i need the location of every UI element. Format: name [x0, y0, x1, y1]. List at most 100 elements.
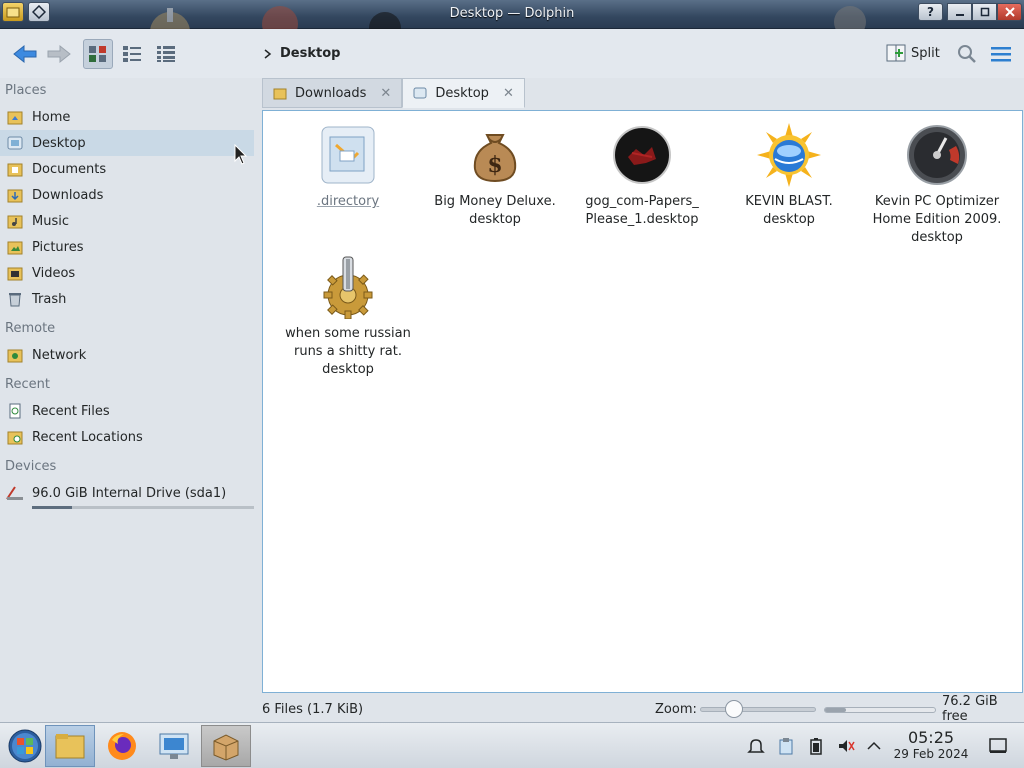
desktop-icon — [413, 87, 427, 99]
section-devices-header: Devices — [5, 459, 57, 474]
sidebar-item-label: Recent Files — [32, 403, 110, 419]
settings-file-icon — [316, 123, 380, 187]
close-tab-icon[interactable]: ✕ — [380, 86, 391, 101]
trash-icon — [6, 290, 24, 308]
zoom-slider[interactable] — [700, 707, 816, 712]
chevron-right-icon — [264, 48, 272, 59]
toolbar: Desktop Split — [0, 29, 1024, 78]
places-panel: Places Home Desktop Documents Downloads … — [0, 78, 258, 720]
status-bar: 6 Files (1.7 KiB) Zoom: 76.2 GiB free — [262, 694, 1024, 724]
zoom-slider-handle[interactable] — [724, 700, 743, 718]
documents-folder-icon — [6, 160, 24, 178]
details-view-button[interactable] — [151, 39, 181, 69]
clipboard-icon[interactable] — [776, 736, 796, 756]
desktop-icon — [6, 134, 24, 152]
show-desktop-icon[interactable] — [988, 736, 1008, 756]
sidebar-item-pictures[interactable]: Pictures — [0, 234, 258, 260]
hamburger-menu-button[interactable] — [986, 39, 1016, 69]
file-item[interactable]: .directory — [278, 123, 418, 211]
file-view[interactable]: .directory $ Big Money Deluxe. desktop g… — [262, 110, 1023, 693]
downloads-folder-icon — [273, 88, 287, 100]
icons-view-button[interactable] — [83, 39, 113, 69]
search-button[interactable] — [952, 39, 982, 69]
back-button[interactable] — [10, 39, 40, 69]
close-icon[interactable] — [997, 3, 1022, 21]
tab-label: Downloads — [295, 85, 367, 101]
taskbar-system-settings[interactable] — [149, 725, 199, 767]
hard-drive-icon — [6, 484, 24, 502]
sidebar-item-videos[interactable]: Videos — [0, 260, 258, 286]
file-item[interactable]: $ Big Money Deluxe. desktop — [425, 123, 565, 229]
search-icon — [958, 45, 976, 63]
tab-bar: Downloads ✕ Desktop ✕ — [262, 78, 525, 108]
file-item[interactable]: when some russian runs a shitty rat. des… — [278, 255, 418, 379]
sidebar-item-label: Music — [32, 213, 69, 229]
sidebar-item-recent-locations[interactable]: Recent Locations — [0, 424, 258, 450]
sidebar-item-label: Desktop — [32, 135, 86, 151]
sidebar-item-label: Recent Locations — [32, 429, 143, 445]
help-icon[interactable]: ? — [918, 3, 943, 21]
maximize-icon[interactable] — [972, 3, 997, 21]
sidebar-item-label: 96.0 GiB Internal Drive (sda1) — [32, 485, 227, 501]
start-orb-icon — [8, 729, 42, 763]
taskbar-dolphin[interactable] — [45, 725, 95, 767]
window-titlebar[interactable]: Desktop — Dolphin ? — [0, 0, 1024, 29]
sidebar-item-label: Documents — [32, 161, 107, 177]
section-remote-header: Remote — [5, 321, 56, 336]
breadcrumb-desktop[interactable]: Desktop — [280, 46, 340, 61]
package-icon — [213, 734, 239, 761]
sidebar-item-internal-drive[interactable]: 96.0 GiB Internal Drive (sda1) — [0, 480, 258, 509]
downloads-folder-icon — [6, 186, 24, 204]
close-tab-icon[interactable]: ✕ — [503, 86, 514, 101]
file-name: gog_com-Papers_ Please_1.desktop — [585, 194, 699, 227]
sidebar-item-network[interactable]: Network — [0, 342, 258, 368]
sidebar-item-downloads[interactable]: Downloads — [0, 182, 258, 208]
volume-muted-icon[interactable] — [836, 736, 856, 756]
speedometer-icon — [905, 123, 969, 187]
sidebar-item-trash[interactable]: Trash — [0, 286, 258, 312]
sidebar-item-documents[interactable]: Documents — [0, 156, 258, 182]
sidebar-item-recent-files[interactable]: Recent Files — [0, 398, 258, 424]
notifications-icon[interactable] — [746, 736, 766, 756]
zoom-label: Zoom: — [655, 701, 697, 717]
file-item[interactable]: gog_com-Papers_ Please_1.desktop — [572, 123, 712, 229]
folder-icon — [55, 734, 85, 759]
clock[interactable]: 05:25 29 Feb 2024 — [889, 728, 973, 762]
taskbar-package-installer[interactable] — [201, 725, 251, 767]
sidebar-item-home[interactable]: Home — [0, 104, 258, 130]
system-settings-icon — [159, 733, 189, 759]
videos-folder-icon — [6, 264, 24, 282]
compact-view-icon — [123, 46, 141, 62]
sidebar-item-label: Home — [32, 109, 71, 125]
file-item[interactable]: KEVIN BLAST. desktop — [719, 123, 859, 229]
start-menu-button[interactable] — [0, 725, 50, 767]
music-folder-icon — [6, 212, 24, 230]
section-recent-header: Recent — [5, 377, 50, 392]
window-title: Desktop — Dolphin — [449, 6, 575, 21]
clock-time: 05:25 — [907, 728, 955, 747]
home-folder-icon — [6, 108, 24, 126]
file-item[interactable]: Kevin PC Optimizer Home Edition 2009. de… — [867, 123, 1007, 247]
taskbar-firefox[interactable] — [97, 725, 147, 767]
file-name: KEVIN BLAST. desktop — [745, 194, 833, 227]
breadcrumb[interactable]: Desktop — [264, 46, 340, 61]
sidebar-item-desktop[interactable]: Desktop — [0, 130, 254, 156]
compact-view-button[interactable] — [117, 39, 147, 69]
firefox-icon — [108, 732, 136, 760]
tab-downloads[interactable]: Downloads ✕ — [262, 78, 403, 108]
chevron-up-icon[interactable] — [864, 736, 884, 756]
tab-desktop[interactable]: Desktop ✕ — [402, 78, 525, 108]
split-button[interactable]: Split — [886, 43, 940, 63]
forward-button[interactable] — [44, 39, 74, 69]
sidebar-item-music[interactable]: Music — [0, 208, 258, 234]
minimize-icon[interactable] — [947, 3, 972, 21]
recent-files-icon — [6, 402, 24, 420]
file-count-summary: 6 Files (1.7 KiB) — [262, 701, 364, 717]
mouse-cursor-icon — [234, 144, 248, 165]
tab-label: Desktop — [435, 85, 489, 101]
battery-icon[interactable] — [806, 736, 826, 756]
hamburger-menu-icon — [991, 47, 1011, 62]
free-space-label: 76.2 GiB free — [942, 694, 998, 724]
sidebar-item-label: Pictures — [32, 239, 84, 255]
forward-arrow-icon — [47, 44, 71, 64]
